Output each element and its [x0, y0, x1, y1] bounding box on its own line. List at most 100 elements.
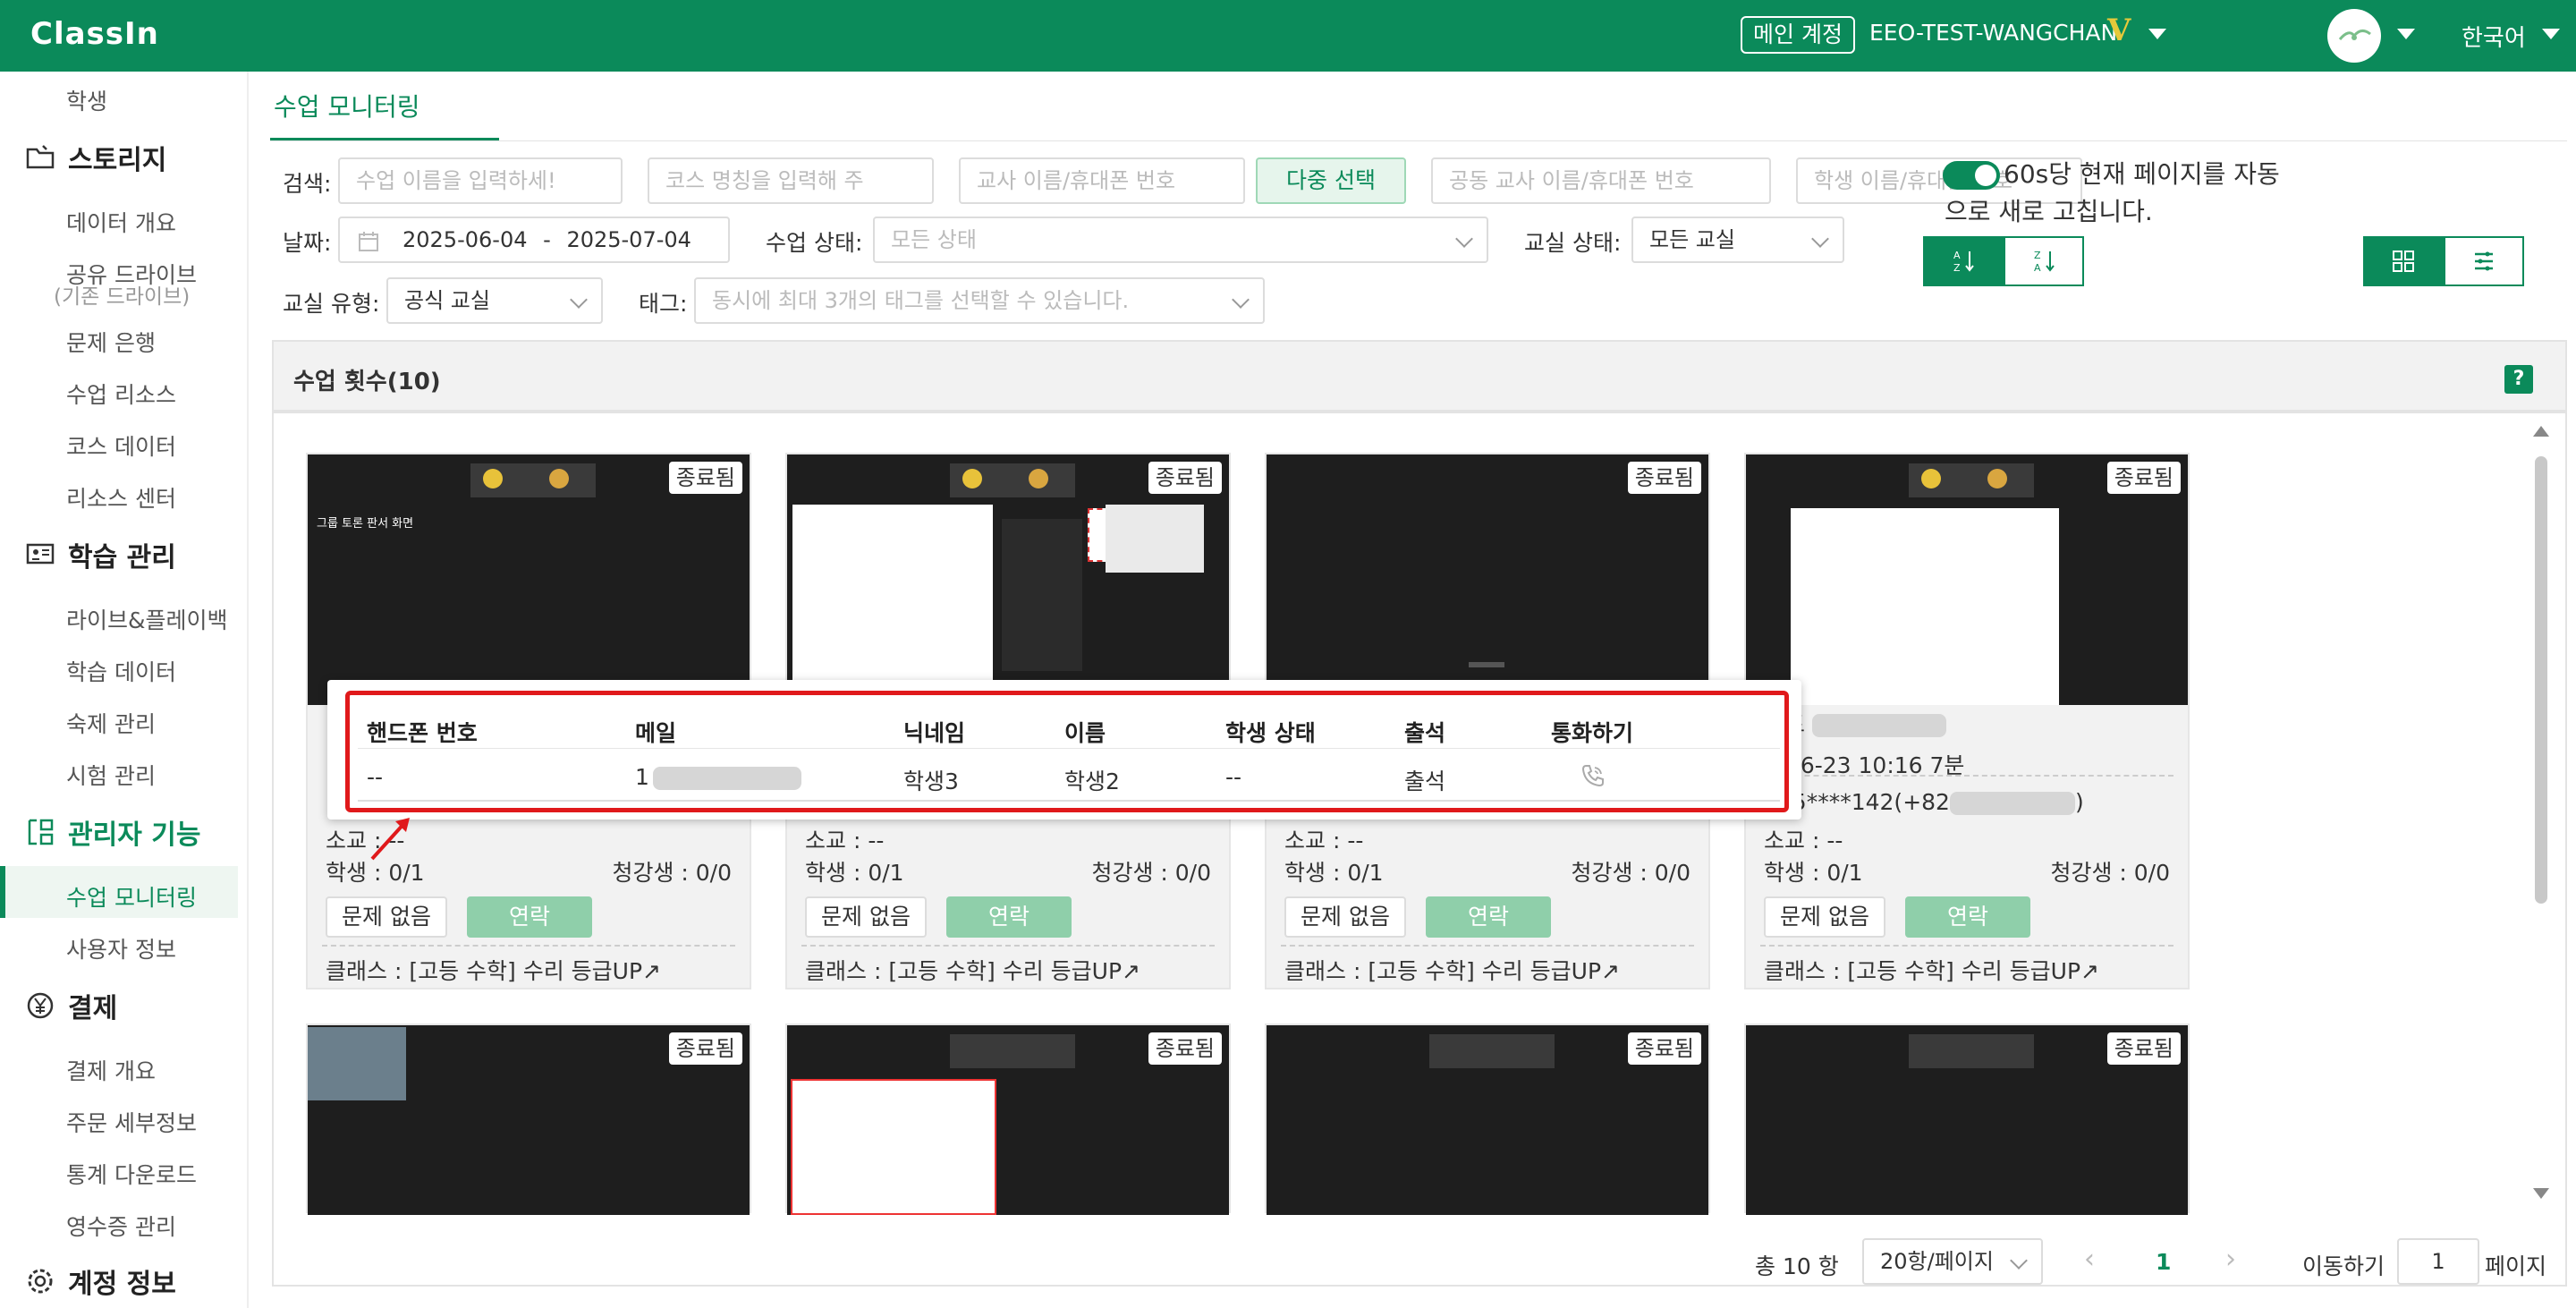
side-panel [1002, 519, 1082, 671]
sidebar-section-label: 계정 정보 [68, 1269, 176, 1300]
sidebar-section-learning[interactable]: 학습 관리 [25, 535, 176, 574]
scroll-up-icon[interactable] [2533, 426, 2549, 437]
document-panel [1106, 505, 1204, 573]
sidebar-item-user-info[interactable]: 사용자 정보 [66, 932, 176, 964]
class-thumbnail[interactable]: 종료됨 [1267, 454, 1708, 705]
next-page-icon[interactable]: › [2225, 1244, 2236, 1275]
sidebar-item-homework[interactable]: 숙제 관리 [66, 707, 156, 739]
sort-descending-button[interactable]: ZA [2004, 236, 2084, 286]
page-size-value: 20항/페이지 [1880, 1249, 1994, 1274]
avatar[interactable] [2327, 9, 2381, 63]
list-icon [2475, 251, 2493, 271]
room-type-select[interactable]: 공식 교실 [386, 277, 603, 324]
sidebar-section-admin[interactable]: 관리자 기능 [25, 812, 200, 852]
class-thumbnail[interactable]: 종료됨 [787, 454, 1229, 705]
no-issue-button[interactable]: 문제 없음 [1284, 896, 1406, 938]
class-name: 클래스 : [고등 수학] 수리 등급UP↗ [1284, 958, 1620, 984]
sidebar-section-label: 스토리지 [68, 145, 167, 176]
sidebar-item-class-resources[interactable]: 수업 리소스 [66, 378, 176, 410]
class-status-select[interactable]: 모든 상태 [873, 217, 1488, 263]
sidebar-item-live-playback[interactable]: 라이브&플레이백 [66, 603, 228, 635]
prev-page-icon[interactable]: ‹ [2084, 1244, 2095, 1275]
contact-button[interactable]: 연락 [1905, 896, 2030, 938]
student-count: 학생 : 0/1 [1764, 860, 1863, 886]
sidebar-item-exam[interactable]: 시험 관리 [66, 759, 156, 791]
class-thumbnail[interactable]: 종료됨 [787, 1025, 1229, 1215]
room-status-select[interactable]: 모든 교실 [1631, 217, 1844, 263]
goto-page-input[interactable]: 1 [2397, 1238, 2479, 1285]
sidebar-item-course-data[interactable]: 코스 데이터 [66, 429, 176, 462]
scroll-down-icon[interactable] [2533, 1188, 2549, 1199]
contact-button[interactable]: 연락 [1426, 896, 1551, 938]
sidebar-item-learning-data[interactable]: 학습 데이터 [66, 655, 176, 687]
sidebar-section-payment[interactable]: 결제 [25, 986, 117, 1025]
teacher-video [308, 1027, 406, 1100]
attendance-value: 출석 [1404, 769, 1446, 794]
class-status-placeholder: 모든 상태 [891, 227, 977, 252]
current-page[interactable]: 1 [2156, 1249, 2171, 1275]
student-count: 학생 : 0/1 [805, 860, 904, 886]
list-view-button[interactable] [2444, 236, 2524, 286]
teacher-input[interactable]: 교사 이름/휴대폰 번호 [959, 157, 1245, 204]
tab-class-monitoring[interactable]: 수업 모니터링 [274, 88, 419, 123]
tag-placeholder: 동시에 최대 3개의 태그를 선택할 수 있습니다. [712, 288, 1130, 313]
class-thumbnail[interactable]: 종료됨 [308, 1025, 750, 1215]
phone-call-icon[interactable] [1580, 762, 1606, 789]
user-dropdown-icon[interactable] [2397, 29, 2415, 39]
grid-view-button[interactable] [2363, 236, 2444, 286]
sidebar-item-stats-download[interactable]: 통계 다운로드 [66, 1158, 197, 1190]
room-type-value: 공식 교실 [404, 288, 490, 313]
page-suffix: 페이지 [2485, 1253, 2547, 1279]
class-thumbnail[interactable]: 종료됨 [1746, 1025, 2188, 1215]
no-issue-button[interactable]: 문제 없음 [326, 896, 447, 938]
class-card[interactable]: 종료됨 [306, 1023, 751, 1215]
sidebar-item-resource-center[interactable]: 리소스 센터 [66, 481, 176, 514]
tag-select[interactable]: 동시에 최대 3개의 태그를 선택할 수 있습니다. [694, 277, 1265, 324]
email-value: 1 [635, 764, 801, 790]
sidebar-item-data-overview[interactable]: 데이터 개요 [66, 206, 176, 238]
language-dropdown-icon[interactable] [2542, 29, 2560, 39]
sidebar-section-account[interactable]: 계정 정보 [25, 1261, 176, 1301]
no-issue-button[interactable]: 문제 없음 [805, 896, 927, 938]
auditor-count: 청강생 : 0/0 [1571, 860, 1690, 886]
col-attendance: 출석 [1404, 720, 1446, 746]
course-name-input[interactable]: 수업 이름을 입력하세! [338, 157, 623, 204]
sidebar-section-storage[interactable]: 스토리지 [25, 138, 166, 177]
class-card[interactable]: 종료됨 [785, 1023, 1231, 1215]
class-thumbnail[interactable]: 그룹 토론 판서 화면 종료됨 [308, 454, 750, 705]
class-thumbnail[interactable]: 종료됨 [1746, 454, 2188, 705]
class-thumbnail[interactable]: 종료됨 [1267, 1025, 1708, 1215]
language-selector[interactable]: 한국어 [2462, 20, 2526, 53]
coteacher-input[interactable]: 공동 교사 이름/휴대폰 번호 [1431, 157, 1771, 204]
class-card[interactable]: 종료됨 [1265, 1023, 1710, 1215]
sidebar-item-payment-overview[interactable]: 결제 개요 [66, 1054, 156, 1086]
scrollbar-thumb[interactable] [2535, 456, 2547, 904]
sidebar-item-class-monitoring[interactable]: 수업 모니터링 [66, 880, 197, 913]
contact-button[interactable]: 연락 [467, 896, 592, 938]
sort-ascending-button[interactable]: AZ [1923, 236, 2004, 286]
list-scrollbar[interactable] [2528, 420, 2553, 1208]
account-name[interactable]: EEO-TEST-WANGCHAN [1869, 20, 2117, 46]
class-card[interactable]: 종료됨 [1744, 1023, 2190, 1215]
auto-refresh-text: 60s당 현재 페이지를 자동으로 새로 고칩니다. [1945, 159, 2280, 226]
sidebar-item-question-bank[interactable]: 문제 은행 [66, 326, 156, 358]
date-range-picker[interactable]: 2025-06-04 - 2025-07-04 [338, 217, 730, 263]
ended-badge: 종료됨 [2106, 1032, 2181, 1065]
date-start: 2025-06-04 [402, 227, 528, 252]
sidebar: 학생 스토리지 데이터 개요 공유 드라이브 (기존 드라이브) 문제 은행 수… [0, 72, 249, 1308]
assistant-teacher: 소교 : -- [1284, 828, 1364, 854]
help-icon[interactable]: ? [2504, 365, 2533, 394]
multi-select-button[interactable]: 다중 선택 [1256, 157, 1406, 204]
class-card[interactable]: 종료됨 목토 5-06-23 10:16 7분 105****142(+82) … [1744, 453, 2190, 989]
account-dropdown-icon[interactable] [2148, 29, 2166, 39]
classin-logo[interactable]: ClassIn [30, 16, 159, 52]
contact-button[interactable]: 연락 [946, 896, 1072, 938]
col-email: 메일 [635, 720, 677, 746]
sidebar-item-order-details[interactable]: 주문 세부정보 [66, 1106, 197, 1138]
no-issue-button[interactable]: 문제 없음 [1764, 896, 1885, 938]
class-name-input[interactable]: 코스 명칭을 입력해 주 [648, 157, 934, 204]
col-nickname: 닉네임 [903, 720, 966, 746]
page-size-select[interactable]: 20항/페이지 [1862, 1238, 2043, 1285]
sidebar-item-student[interactable]: 학생 [66, 84, 107, 116]
sidebar-item-receipts[interactable]: 영수증 관리 [66, 1210, 176, 1242]
